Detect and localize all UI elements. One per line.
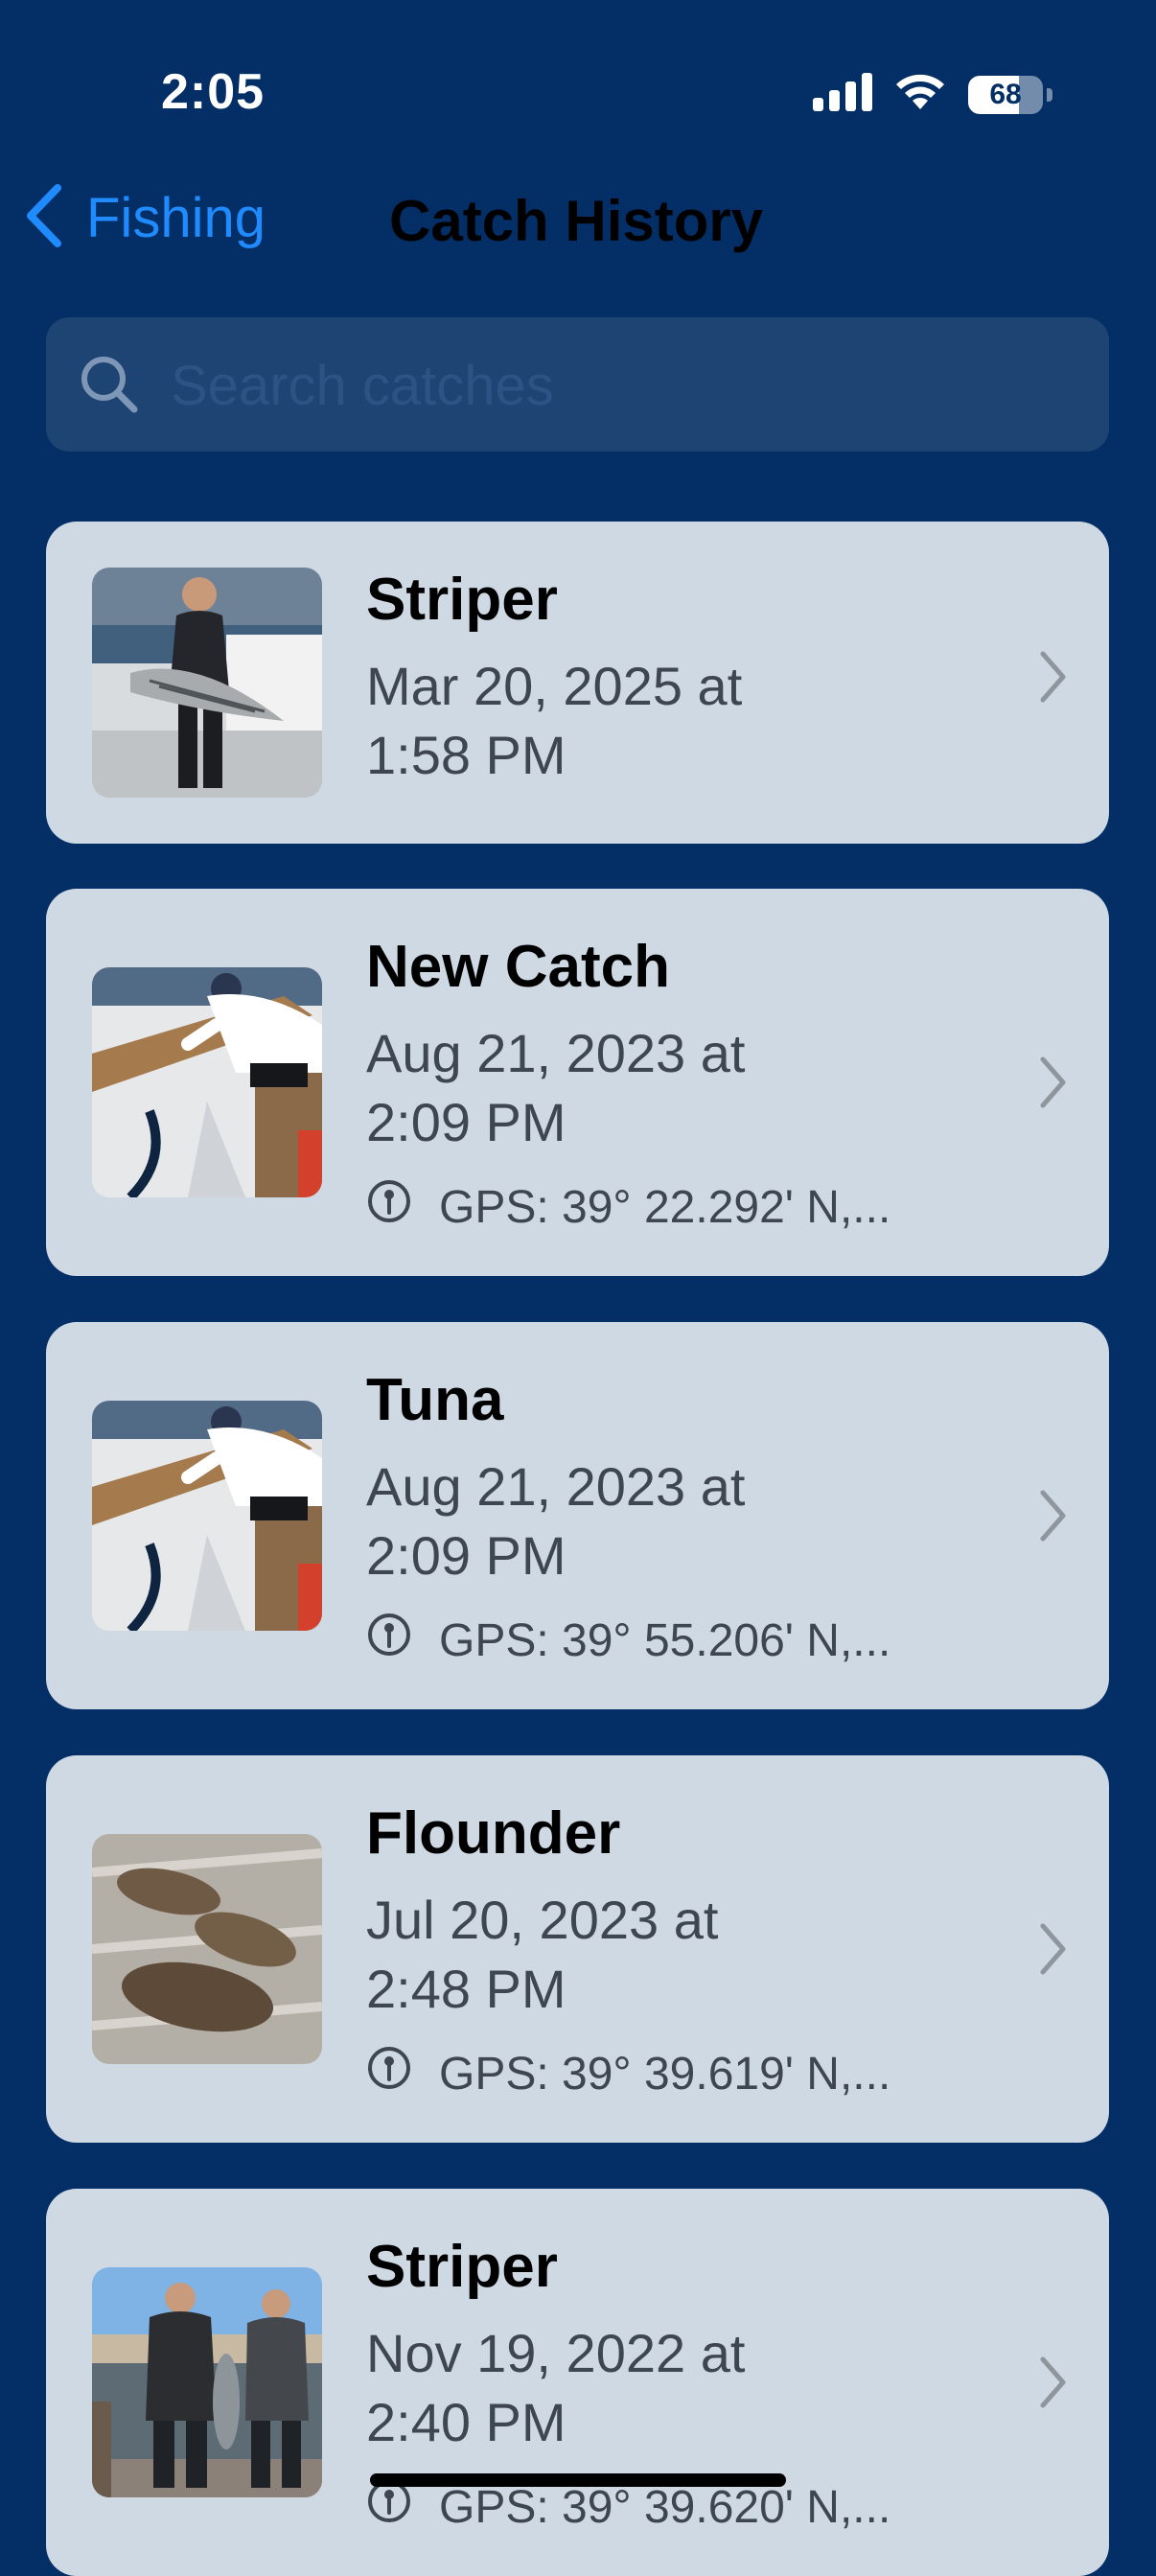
catch-row[interactable]: Tuna Aug 21, 2023 at 2:09 PM GPS: 39° 55… [46, 1322, 1109, 1709]
chevron-right-icon [1038, 2356, 1067, 2414]
catch-photo [92, 1834, 322, 2064]
gps-text: GPS: 39° 39.620' N,... [439, 2481, 891, 2533]
catch-date: Aug 21, 2023 at 2:09 PM [366, 1452, 807, 1590]
catch-row[interactable]: Flounder Jul 20, 2023 at 2:48 PM GPS: 39… [46, 1755, 1109, 2143]
catch-gps: GPS: 39° 22.292' N,... [366, 1178, 890, 1236]
catch-date: Nov 19, 2022 at 2:40 PM [366, 2319, 807, 2457]
catch-date-line1: Nov 19, 2022 at [366, 2323, 746, 2383]
status-icons: 68 [813, 73, 1052, 116]
catch-date-line1: Aug 21, 2023 at [366, 1456, 746, 1517]
location-pin-icon [366, 2045, 412, 2102]
chevron-left-icon [23, 182, 65, 254]
catch-photo [92, 967, 322, 1197]
status-bar: 2:05 68 [0, 0, 1156, 182]
cellular-signal-icon [813, 73, 872, 116]
catch-gps: GPS: 39° 55.206' N,... [366, 1612, 890, 1669]
catch-gps: GPS: 39° 39.620' N,... [366, 2478, 890, 2536]
search-input[interactable] [169, 346, 1074, 425]
catch-date: Jul 20, 2023 at 2:48 PM [366, 1886, 807, 2024]
catch-species: Flounder [366, 1800, 621, 1867]
home-indicator[interactable] [370, 2473, 786, 2487]
location-pin-icon [366, 1612, 412, 1669]
catch-date-line1: Jul 20, 2023 at [366, 1890, 719, 1950]
back-button[interactable]: Fishing [23, 182, 266, 254]
battery-icon: 68 [968, 75, 1043, 114]
gps-text: GPS: 39° 39.619' N,... [439, 2048, 891, 2100]
search-field[interactable] [46, 317, 1109, 452]
back-label: Fishing [86, 187, 266, 249]
catch-date: Aug 21, 2023 at 2:09 PM [366, 1019, 807, 1157]
catch-row[interactable]: Striper Nov 19, 2022 at 2:40 PM GPS: 39°… [46, 2189, 1109, 2576]
location-pin-icon [366, 1178, 412, 1236]
catch-date-line2: 2:48 PM [366, 1959, 566, 2019]
status-time: 2:05 [161, 64, 266, 120]
search-icon [79, 354, 140, 420]
catch-date-line1: Mar 20, 2025 at [366, 656, 743, 716]
location-pin-icon [366, 2478, 412, 2536]
chevron-right-icon [1038, 1489, 1067, 1547]
catch-date: Mar 20, 2025 at 1:58 PM [366, 652, 807, 790]
catch-photo [92, 568, 322, 798]
battery-tip [1047, 87, 1052, 102]
gps-text: GPS: 39° 55.206' N,... [439, 1614, 891, 1666]
chevron-right-icon [1038, 650, 1067, 708]
navigation-bar: Fishing Catch History [0, 173, 1156, 278]
catch-species: New Catch [366, 934, 670, 1000]
chevron-right-icon [1038, 1056, 1067, 1114]
catch-photo [92, 1401, 322, 1631]
wifi-icon [893, 73, 947, 116]
catch-species: Striper [366, 2234, 558, 2300]
page-title: Catch History [389, 189, 764, 253]
battery-level: 68 [989, 78, 1022, 110]
catch-date-line2: 2:09 PM [366, 1525, 566, 1586]
catch-date-line2: 1:58 PM [366, 725, 566, 785]
catch-date-line1: Aug 21, 2023 at [366, 1023, 746, 1083]
catch-gps: GPS: 39° 39.619' N,... [366, 2045, 890, 2102]
catch-date-line2: 2:09 PM [366, 1092, 566, 1152]
catch-date-line2: 2:40 PM [366, 2392, 566, 2452]
gps-text: GPS: 39° 22.292' N,... [439, 1181, 891, 1233]
catch-row[interactable]: Striper Mar 20, 2025 at 1:58 PM [46, 522, 1109, 844]
chevron-right-icon [1038, 1922, 1067, 1981]
catch-row[interactable]: New Catch Aug 21, 2023 at 2:09 PM GPS: 3… [46, 889, 1109, 1276]
catch-photo [92, 2267, 322, 2497]
catch-species: Striper [366, 567, 558, 633]
catch-species: Tuna [366, 1367, 504, 1433]
